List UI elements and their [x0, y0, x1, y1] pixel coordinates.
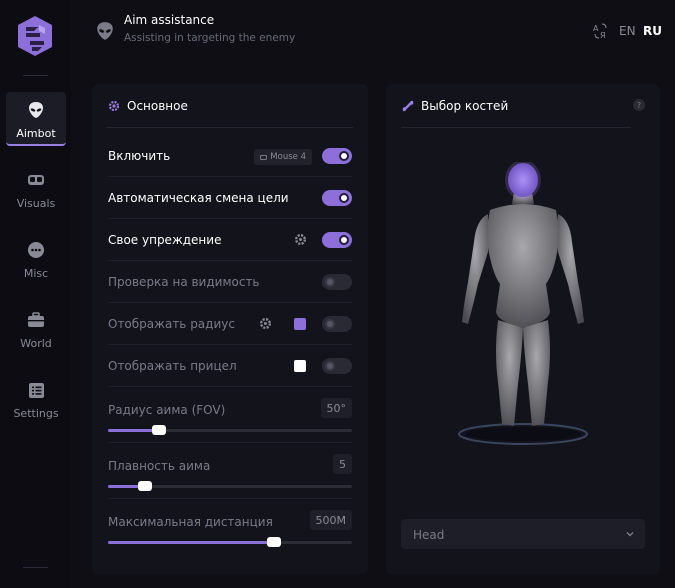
slider-value[interactable]: 50° — [320, 398, 352, 418]
setting-row-enable: Включить Mouse 4 — [108, 135, 352, 177]
language-ru-button[interactable]: RU — [643, 24, 662, 38]
slider-track[interactable] — [108, 425, 352, 435]
setting-row-show-radius: Отображать радиус — [108, 303, 352, 345]
show-radius-toggle[interactable] — [322, 316, 352, 332]
slider-value[interactable]: 5 — [333, 454, 352, 474]
slider-smoothness: Плавность аима 5 — [108, 443, 352, 499]
gear-icon[interactable] — [294, 233, 307, 246]
enable-toggle[interactable] — [322, 148, 352, 164]
sidebar-item-misc[interactable]: Misc — [6, 232, 66, 286]
sidebar-item-label: Settings — [13, 407, 59, 420]
panel-title: Основное — [127, 99, 188, 113]
setting-row-auto-switch: Автоматическая смена цели — [108, 177, 352, 219]
setting-label: Проверка на видимость — [108, 275, 260, 289]
vr-goggles-icon — [26, 170, 46, 190]
radius-color-swatch[interactable] — [294, 318, 306, 330]
slider-track[interactable] — [108, 481, 352, 491]
setting-row-show-crosshair: Отображать прицел — [108, 345, 352, 387]
sidebar-item-label: Misc — [23, 267, 49, 280]
slider-label: Радиус аима (FOV) — [108, 403, 226, 417]
bone-icon — [402, 100, 414, 112]
slider-track[interactable] — [108, 537, 352, 547]
main-settings-panel: Основное Включить Mouse 4 Автоматическая… — [92, 84, 368, 574]
panel-divider — [401, 127, 631, 128]
auto-switch-toggle[interactable] — [322, 190, 352, 206]
bone-select[interactable]: Head — [401, 519, 645, 549]
bone-selection-panel: Выбор костей ? Head — [386, 84, 660, 574]
mouse-icon — [260, 154, 268, 160]
visibility-check-toggle[interactable] — [322, 274, 352, 290]
sidebar-item-label: World — [20, 337, 52, 350]
sidebar-item-world[interactable]: World — [6, 302, 66, 356]
setting-label: Свое упреждение — [108, 233, 222, 247]
page-title: Aim assistance — [124, 13, 215, 27]
crosshair-color-swatch[interactable] — [294, 360, 306, 372]
setting-label: Отображать прицел — [108, 359, 237, 373]
slider-thumb[interactable] — [266, 537, 281, 547]
sidebar-item-label: Visuals — [16, 197, 56, 210]
svg-text:A: A — [593, 24, 599, 33]
bone-select-value: Head — [413, 528, 445, 542]
sidebar: Aimbot Visuals Misc World Settings — [0, 0, 71, 588]
sidebar-item-visuals[interactable]: Visuals — [6, 162, 66, 216]
translate-icon[interactable]: AЯ — [592, 22, 610, 40]
language-en-button[interactable]: EN — [619, 24, 636, 38]
setting-label: Отображать радиус — [108, 317, 235, 331]
slider-label: Плавность аима — [108, 459, 211, 473]
sidebar-divider-bottom — [23, 567, 48, 568]
chevron-down-icon — [626, 532, 634, 537]
list-icon — [26, 380, 46, 400]
dots-icon — [26, 240, 46, 260]
setting-row-visibility-check: Проверка на видимость — [108, 261, 352, 303]
alien-icon — [26, 100, 46, 120]
slider-thumb[interactable] — [152, 425, 167, 435]
briefcase-icon — [26, 310, 46, 330]
setting-label: Включить — [108, 149, 171, 163]
setting-row-prediction: Свое упреждение — [108, 219, 352, 261]
gear-icon — [108, 100, 120, 112]
page-subtitle: Assisting in targeting the enemy — [124, 32, 296, 44]
panel-divider — [107, 127, 353, 128]
sidebar-item-label: Aimbot — [16, 127, 56, 140]
slider-thumb[interactable] — [137, 481, 152, 491]
sidebar-item-settings[interactable]: Settings — [6, 372, 66, 426]
keybind-label: Mouse 4 — [270, 152, 306, 162]
keybind-chip[interactable]: Mouse 4 — [254, 149, 312, 165]
alien-icon — [97, 22, 113, 40]
sidebar-divider-top — [23, 75, 48, 76]
prediction-toggle[interactable] — [322, 232, 352, 248]
logo-icon — [18, 16, 52, 56]
slider-fov: Радиус аима (FOV) 50° — [108, 387, 352, 443]
svg-text:Я: Я — [600, 31, 606, 40]
help-icon[interactable]: ? — [633, 99, 645, 111]
setting-label: Автоматическая смена цели — [108, 191, 289, 205]
slider-max-distance: Максимальная дистанция 500M — [108, 499, 352, 555]
show-crosshair-toggle[interactable] — [322, 358, 352, 374]
slider-value[interactable]: 500M — [309, 510, 352, 530]
gear-icon[interactable] — [259, 317, 272, 330]
body-model — [458, 162, 588, 445]
sidebar-item-aimbot[interactable]: Aimbot — [6, 92, 66, 146]
slider-label: Максимальная дистанция — [108, 515, 273, 529]
panel-title: Выбор костей — [421, 99, 509, 113]
